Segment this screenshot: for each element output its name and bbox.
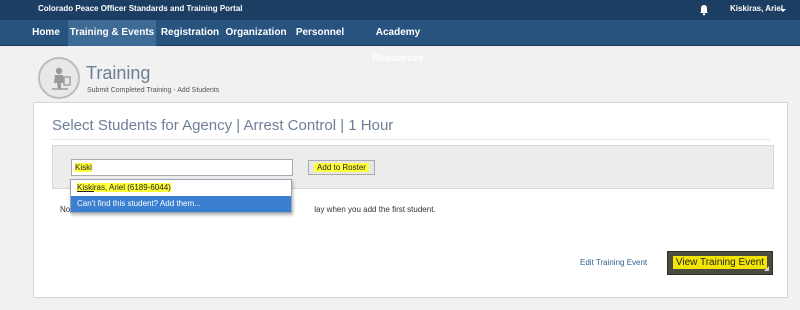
corner-resize-icon bbox=[764, 266, 769, 271]
nav-registration[interactable]: Registration bbox=[158, 20, 222, 46]
roster-note-left: No bbox=[60, 205, 71, 214]
content-panel: Select Students for Agency | Arrest Cont… bbox=[33, 102, 788, 298]
view-training-event-label: View Training Event bbox=[672, 256, 768, 269]
page-title: Training bbox=[86, 63, 151, 83]
add-to-roster-button[interactable]: Add to Roster bbox=[308, 160, 375, 175]
edit-training-event-link[interactable]: Edit Training Event bbox=[580, 258, 647, 267]
nav-home[interactable]: Home bbox=[27, 20, 65, 46]
suggestion-kiskiras-ariel[interactable]: Kiskiras, Ariel (6189-6044) bbox=[71, 180, 291, 196]
student-search-input[interactable]: Kiski bbox=[71, 159, 293, 176]
suggestion-match-prefix: Kiski bbox=[77, 183, 94, 192]
page-subtitle: Submit Completed Training - Add Students bbox=[87, 87, 220, 94]
suggestion-match-rest: ras, Ariel (6189-6044) bbox=[93, 183, 171, 192]
main-nav: Home Training & Events Registration Orga… bbox=[0, 20, 800, 64]
add-new-student-option[interactable]: Can't find this student? Add them... bbox=[71, 196, 291, 212]
nav-academy-resources[interactable]: Academy Resources bbox=[352, 20, 444, 64]
divider bbox=[52, 139, 770, 140]
search-input-value: Kiski bbox=[75, 163, 92, 172]
nav-personnel[interactable]: Personnel bbox=[292, 20, 348, 46]
roster-note-right: lay when you add the first student. bbox=[314, 205, 436, 214]
add-to-roster-label: Add to Roster bbox=[314, 163, 369, 172]
portal-title: Colorado Peace Officer Standards and Tra… bbox=[38, 4, 243, 13]
nav-training-events[interactable]: Training & Events bbox=[68, 20, 156, 46]
top-bar: Colorado Peace Officer Standards and Tra… bbox=[0, 0, 800, 20]
view-training-event-button[interactable]: View Training Event bbox=[667, 251, 773, 275]
page-header: Training Submit Completed Training - Add… bbox=[38, 57, 798, 101]
training-figure-icon bbox=[38, 57, 80, 99]
nav-organization[interactable]: Organization bbox=[224, 20, 288, 46]
autocomplete-dropdown: Kiskiras, Ariel (6189-6044) Can't find t… bbox=[70, 179, 292, 213]
caret-down-icon[interactable] bbox=[780, 9, 786, 12]
user-menu[interactable]: Kiskiras, Ariel bbox=[730, 4, 783, 13]
panel-heading: Select Students for Agency | Arrest Cont… bbox=[52, 117, 394, 134]
bell-icon[interactable] bbox=[697, 3, 711, 17]
